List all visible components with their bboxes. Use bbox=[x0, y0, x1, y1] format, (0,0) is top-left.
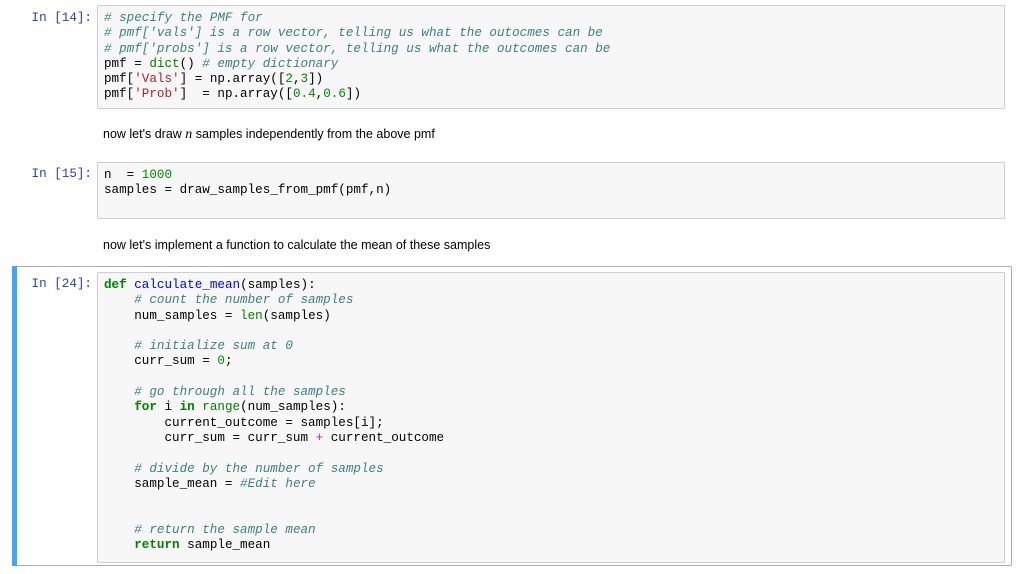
code-line: pmf['Vals'] = np.array([2,3]) bbox=[104, 72, 998, 87]
code-token: num_samples = bbox=[104, 308, 241, 323]
markdown-text: now let's draw bbox=[103, 127, 186, 141]
code-line: # count the number of samples bbox=[104, 293, 998, 308]
code-token: samples = draw_samples_from_pmf(pmf,n) bbox=[104, 183, 392, 198]
code-token: # count the number of samples bbox=[134, 293, 354, 308]
code-token: ; bbox=[224, 354, 233, 369]
cell-prompt: In [15]: bbox=[31, 167, 92, 181]
code-token: # pmf['probs'] is a row vector, telling … bbox=[104, 41, 611, 56]
code-token: 2 bbox=[285, 72, 293, 87]
code-line: pmf = dict() # empty dictionary bbox=[104, 57, 998, 72]
markdown-cell[interactable]: now let's implement a function to calcul… bbox=[103, 238, 490, 252]
code-token: #Edit here bbox=[240, 476, 316, 491]
markdown-text: now let's implement a function to calcul… bbox=[103, 238, 491, 252]
code-cell-24[interactable]: def calculate_mean(samples): # count the… bbox=[97, 272, 1005, 563]
code-token: 3 bbox=[300, 72, 309, 87]
code-line: # pmf['probs'] is a row vector, telling … bbox=[104, 42, 998, 57]
code-token: # specify the PMF for bbox=[104, 11, 263, 25]
code-token: current_outcome bbox=[323, 430, 445, 445]
code-token: 0.4 bbox=[292, 87, 316, 102]
code-token: # go through all the samples bbox=[134, 385, 346, 400]
code-token: 0.6 bbox=[323, 87, 346, 102]
code-token: current_outcome = samples[i]; bbox=[104, 415, 384, 430]
code-line: samples = draw_samples_from_pmf(pmf,n) bbox=[104, 183, 998, 198]
code-token: len bbox=[240, 308, 263, 323]
code-token: 'Prob' bbox=[134, 87, 180, 102]
code-token: pmf[ bbox=[104, 87, 135, 102]
code-token: n = bbox=[104, 168, 142, 182]
markdown-text: samples independently from the above pmf bbox=[192, 127, 435, 141]
code-cell-15[interactable]: n = 1000 samples = draw_samples_from_pmf(… bbox=[97, 162, 1005, 219]
code-line: curr_sum = 0; bbox=[104, 354, 998, 369]
code-token: 0 bbox=[217, 354, 225, 369]
code-token: () bbox=[179, 56, 203, 71]
code-token: ] = np.array([ bbox=[179, 72, 286, 87]
code-token: pmf = bbox=[104, 56, 150, 71]
code-token: curr_sum = bbox=[104, 354, 218, 369]
code-line: # return the sample mean bbox=[104, 523, 998, 538]
code-line: n = 1000 bbox=[104, 168, 998, 183]
code-token: 1000 bbox=[141, 168, 173, 182]
code-token: return bbox=[134, 538, 180, 553]
code-token: def bbox=[104, 278, 127, 292]
code-token: i bbox=[156, 400, 180, 415]
code-token: ] = np.array([ bbox=[179, 87, 293, 102]
code-token: # divide by the number of samples bbox=[134, 461, 384, 476]
code-token: ]) bbox=[345, 87, 362, 102]
code-token: # return the sample mean bbox=[134, 522, 316, 537]
code-token: (samples): bbox=[240, 278, 316, 292]
code-line: def calculate_mean(samples): bbox=[104, 278, 998, 293]
code-line: sample_mean = #Edit here bbox=[104, 477, 998, 492]
code-token: for bbox=[134, 400, 157, 415]
code-token: sample_mean bbox=[179, 538, 271, 553]
cell-prompt: In [14]: bbox=[31, 11, 92, 25]
code-line: for i in range(num_samples): bbox=[104, 400, 998, 415]
code-line: num_samples = len(samples) bbox=[104, 309, 998, 324]
markdown-cell[interactable]: now let's draw n samples independently f… bbox=[103, 127, 435, 143]
code-token: calculate_mean bbox=[134, 278, 241, 292]
code-token: # pmf['vals'] is a row vector, telling u… bbox=[104, 26, 603, 41]
code-line: # go through all the samples bbox=[104, 385, 998, 400]
code-line: curr_sum = curr_sum + current_outcome bbox=[104, 431, 998, 446]
code-line: # specify the PMF for bbox=[104, 11, 998, 26]
code-token: pmf[ bbox=[104, 72, 135, 87]
code-token: dict bbox=[149, 56, 180, 71]
code-token: 'Vals' bbox=[134, 72, 180, 87]
cell-prompt: In [24]: bbox=[31, 277, 92, 291]
code-cell-14[interactable]: # specify the PMF for # pmf['vals'] is a … bbox=[97, 5, 1005, 109]
code-token: sample_mean = bbox=[104, 476, 241, 491]
code-token: in bbox=[179, 400, 195, 415]
code-token: (num_samples): bbox=[240, 400, 346, 415]
code-token: curr_sum = curr_sum bbox=[104, 430, 316, 445]
code-token: (samples) bbox=[262, 308, 331, 323]
code-line: return sample_mean bbox=[104, 538, 998, 553]
code-line: # divide by the number of samples bbox=[104, 462, 998, 477]
selected-cell-indicator bbox=[12, 266, 17, 566]
code-token: # initialize sum at 0 bbox=[134, 339, 293, 354]
code-line: current_outcome = samples[i]; bbox=[104, 416, 998, 431]
code-token: , bbox=[292, 72, 301, 87]
code-token: # empty dictionary bbox=[202, 56, 339, 71]
code-line: pmf['Prob'] = np.array([0.4,0.6]) bbox=[104, 87, 998, 102]
code-line: # initialize sum at 0 bbox=[104, 339, 998, 354]
code-line: # pmf['vals'] is a row vector, telling u… bbox=[104, 26, 998, 41]
code-token: ]) bbox=[308, 72, 324, 87]
code-token: range bbox=[202, 400, 241, 415]
